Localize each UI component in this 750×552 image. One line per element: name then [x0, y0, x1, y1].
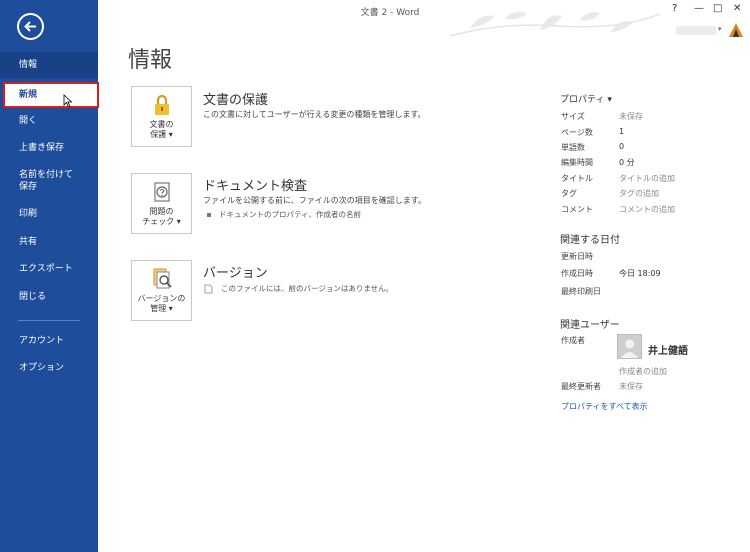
- nav-save-as[interactable]: 名前を付けて 保存: [0, 166, 98, 196]
- last-modified-value: 未保存: [619, 382, 643, 391]
- versions-bullet-text: このファイルには、前のバージョンはありません。: [221, 284, 394, 293]
- check-issues-label: 問題の チェック ▾: [142, 207, 181, 226]
- mouse-cursor-icon: [63, 94, 73, 108]
- prop-value: 1: [619, 127, 625, 136]
- versions-heading: バージョン: [203, 266, 268, 281]
- nav-share[interactable]: 共有: [0, 229, 98, 255]
- document-search-icon: [153, 268, 172, 289]
- nav-options[interactable]: オプション: [0, 355, 98, 381]
- nav-info[interactable]: 情報: [0, 52, 98, 78]
- date-value: 今日 18:09: [619, 269, 661, 278]
- prop-label: サイズ: [561, 112, 585, 121]
- last-modified-label: 最終更新者: [561, 382, 601, 391]
- nav-separator: [18, 320, 80, 321]
- prop-label: ページ数: [561, 128, 593, 137]
- show-all-properties-link[interactable]: プロパティをすべて表示: [561, 401, 648, 412]
- document-check-icon: [154, 182, 170, 202]
- author-avatar: [617, 334, 642, 359]
- window-title: 文書 2 - Word: [360, 8, 420, 18]
- nav-close[interactable]: 閉じる: [0, 284, 98, 310]
- nav-open[interactable]: 開く: [0, 108, 98, 134]
- prop-value: 0 分: [619, 158, 635, 167]
- inspect-description: ファイルを公開する前に、ファイルの次の項目を確認します。: [203, 196, 426, 205]
- inspect-heading: ドキュメント検査: [203, 179, 308, 194]
- nav-print[interactable]: 印刷: [0, 201, 98, 227]
- protect-document-label: 文書の 保護 ▾: [149, 120, 174, 139]
- document-icon: [204, 284, 213, 294]
- prop-label: 単語数: [561, 143, 585, 152]
- manage-versions-label: バージョンの 管理 ▾: [137, 294, 186, 313]
- author-name: 井上健語: [648, 346, 688, 357]
- decorative-leaves-icon: [450, 11, 660, 37]
- maximize-button[interactable]: □: [713, 3, 722, 14]
- prop-label: 編集時間: [561, 158, 593, 167]
- add-author-field[interactable]: 作成者の追加: [619, 366, 667, 377]
- backstage-sidebar: 情報 新規 開く 上書き保存 名前を付けて 保存 印刷 共有 エクスポート 閉じ…: [0, 0, 99, 552]
- page-title: 情報: [128, 48, 173, 73]
- lock-key-icon: [155, 94, 169, 115]
- back-button[interactable]: [17, 13, 44, 40]
- dates-heading: 関連する日付: [560, 235, 620, 246]
- protect-description: この文書に対してユーザーが行える変更の種類を管理します。: [203, 110, 426, 119]
- title-field[interactable]: タイトルの追加: [619, 173, 675, 184]
- bullet-icon: [207, 213, 211, 217]
- protect-document-button[interactable]: 文書の 保護 ▾: [131, 86, 192, 147]
- nav-new[interactable]: 新規: [3, 82, 99, 108]
- nav-save[interactable]: 上書き保存: [0, 135, 98, 161]
- prop-value: 未保存: [619, 112, 643, 121]
- person-icon: [621, 339, 638, 358]
- back-arrow-icon: [24, 21, 36, 32]
- inspect-bullet-text: ドキュメントのプロパティ、作成者の名前: [219, 210, 362, 219]
- comments-field[interactable]: コメントの追加: [619, 204, 675, 215]
- nav-account[interactable]: アカウント: [0, 328, 98, 354]
- prop-label: タグ: [561, 189, 577, 198]
- account-dropdown-icon[interactable]: ▾: [718, 25, 722, 33]
- tags-field[interactable]: タグの追加: [619, 188, 659, 199]
- date-label: 作成日時: [561, 269, 593, 278]
- author-label: 作成者: [561, 336, 585, 345]
- prop-label: タイトル: [561, 174, 593, 183]
- properties-dropdown[interactable]: プロパティ ▾: [560, 92, 612, 105]
- minimize-button[interactable]: —: [694, 3, 704, 14]
- nav-export[interactable]: エクスポート: [0, 256, 98, 282]
- account-name-blurred[interactable]: [676, 26, 716, 35]
- check-issues-button[interactable]: 問題の チェック ▾: [131, 173, 192, 234]
- inspect-bullet: ドキュメントのプロパティ、作成者の名前: [207, 209, 361, 220]
- close-button[interactable]: ✕: [733, 3, 741, 14]
- date-label: 最終印刷日: [561, 287, 601, 296]
- prop-label: コメント: [561, 205, 593, 214]
- versions-bullet: このファイルには、前のバージョンはありません。: [204, 283, 393, 294]
- manage-versions-button[interactable]: バージョンの 管理 ▾: [131, 260, 192, 321]
- date-label: 更新日時: [561, 252, 593, 261]
- user-avatar-icon[interactable]: [727, 20, 745, 38]
- help-button[interactable]: ?: [672, 3, 677, 14]
- prop-value: 0: [619, 142, 625, 151]
- people-heading: 関連ユーザー: [560, 320, 620, 331]
- protect-heading: 文書の保護: [203, 93, 269, 108]
